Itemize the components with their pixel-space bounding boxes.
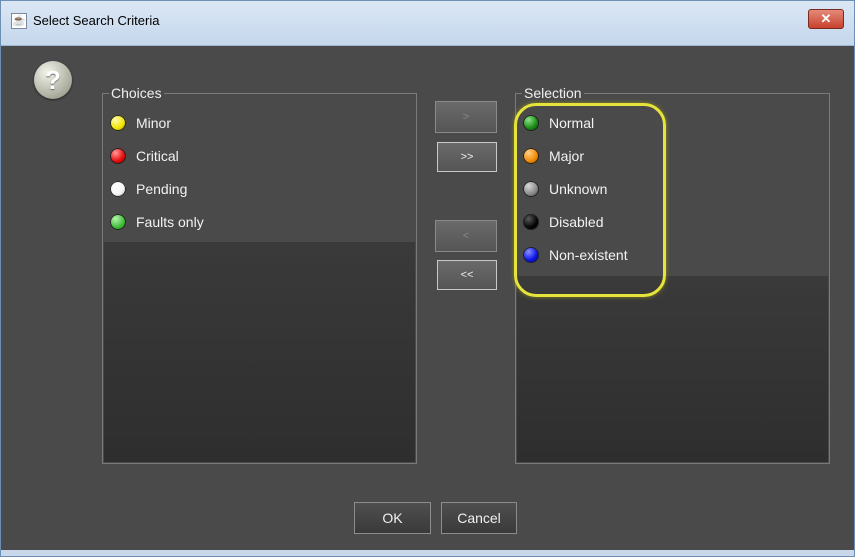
window-bottom-border [1, 550, 854, 556]
window-title: Select Search Criteria [33, 13, 160, 28]
selection-group: Selection Normal Major Unknown Disabled … [515, 85, 830, 464]
choices-list[interactable]: Minor Critical Pending Faults only [103, 106, 416, 238]
selection-empty-area[interactable] [517, 276, 828, 462]
list-item-major[interactable]: Major [516, 139, 829, 172]
list-item-unknown[interactable]: Unknown [516, 172, 829, 205]
ok-button[interactable]: OK [354, 502, 431, 534]
list-item-label: Major [549, 147, 585, 164]
dialog-window: ☕ Select Search Criteria ✕ ? Choices Min… [0, 0, 855, 557]
list-item-non-existent[interactable]: Non-existent [516, 238, 829, 271]
choices-empty-area[interactable] [104, 242, 415, 462]
title-bar[interactable]: ☕ Select Search Criteria ✕ [1, 1, 854, 46]
status-led-icon [523, 114, 539, 131]
list-item-pending[interactable]: Pending [103, 172, 416, 205]
status-led-icon [110, 114, 126, 131]
status-led-icon [110, 213, 126, 230]
status-led-icon [523, 213, 539, 230]
remove-selected-button[interactable]: < [435, 220, 497, 252]
list-item-label: Disabled [549, 213, 604, 230]
add-all-button[interactable]: >> [437, 142, 497, 172]
list-item-label: Pending [136, 180, 188, 197]
add-selected-button[interactable]: > [435, 101, 497, 133]
status-led-icon [523, 147, 539, 164]
status-led-icon [523, 180, 539, 197]
cancel-button[interactable]: Cancel [441, 502, 517, 534]
choices-title: Choices [109, 85, 164, 101]
selection-title: Selection [522, 85, 584, 101]
list-item-label: Minor [136, 114, 172, 131]
status-led-icon [110, 147, 126, 164]
close-button[interactable]: ✕ [808, 9, 844, 29]
status-led-icon [110, 180, 126, 197]
selection-list[interactable]: Normal Major Unknown Disabled Non-existe… [516, 106, 829, 271]
help-icon[interactable]: ? [34, 61, 72, 99]
list-item-normal[interactable]: Normal [516, 106, 829, 139]
list-item-label: Normal [549, 114, 595, 131]
list-item-label: Faults only [136, 213, 204, 230]
list-item-minor[interactable]: Minor [103, 106, 416, 139]
list-item-label: Unknown [549, 180, 608, 197]
list-item-label: Critical [136, 147, 179, 164]
list-item-disabled[interactable]: Disabled [516, 205, 829, 238]
list-item-faults-only[interactable]: Faults only [103, 205, 416, 238]
java-app-icon: ☕ [11, 13, 27, 29]
list-item-label: Non-existent [549, 246, 628, 263]
choices-group: Choices Minor Critical Pending Faults on… [102, 85, 417, 464]
remove-all-button[interactable]: << [437, 260, 497, 290]
status-led-icon [523, 246, 539, 263]
list-item-critical[interactable]: Critical [103, 139, 416, 172]
